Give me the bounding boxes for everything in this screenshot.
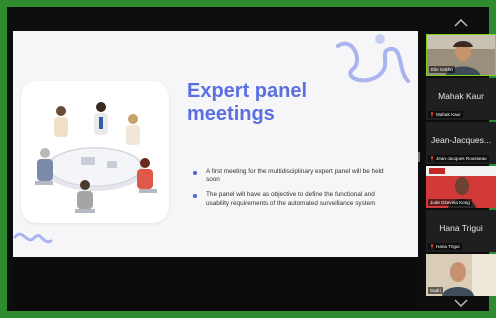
participant-tile[interactable]: Jean-Jacques... Jean-Jacques Rousseau <box>426 122 496 164</box>
participant-tile[interactable]: Hana Trigui Hana Trigui <box>426 210 496 252</box>
scroll-up-button[interactable] <box>426 16 496 30</box>
mic-muted-icon <box>431 112 433 117</box>
slide-title: Expert panel meetings <box>187 80 308 125</box>
mic-muted-icon <box>431 244 433 249</box>
bullet-dot-icon <box>193 194 197 199</box>
participant-label: Elie Sokhn <box>429 66 455 73</box>
bullet-item: The panel will have as objective to defi… <box>193 191 393 207</box>
squiggle-decoration-left <box>13 232 53 244</box>
chevron-down-icon <box>454 299 468 307</box>
participant-display-name: Hana Trigui <box>439 223 483 233</box>
bullet-item: A first meeting for the multidisciplinar… <box>193 168 393 184</box>
scroll-down-button[interactable] <box>426 296 496 310</box>
participant-name: Jude Dzevela Kong <box>430 200 470 205</box>
participant-label: Mahak Kaur <box>428 111 463 118</box>
bullet-list: A first meeting for the multidisciplinar… <box>193 168 393 215</box>
participant-name: Mahak Kaur <box>436 112 461 117</box>
participant-tile[interactable]: Sadri <box>426 254 496 296</box>
bottom-bar <box>13 258 418 311</box>
mic-muted-icon <box>431 156 433 161</box>
shared-slide: Expert panel meetings A first meeting fo… <box>13 31 418 257</box>
participant-tile[interactable]: Elie Sokhn <box>426 34 496 76</box>
participant-label: Jude Dzevela Kong <box>428 199 472 206</box>
panel-resize-handle[interactable] <box>418 152 420 162</box>
participant-tile[interactable]: Mahak Kaur Mahak Kaur <box>426 78 496 120</box>
meeting-illustration <box>21 81 169 223</box>
participant-label: Hana Trigui <box>428 243 462 250</box>
participant-name: Jean-Jacques Rousseau <box>436 156 487 161</box>
bullet-dot-icon <box>193 171 197 175</box>
participant-name: Sadri <box>430 288 441 293</box>
chevron-up-icon <box>454 19 468 27</box>
bullet-text: The panel will have as objective to defi… <box>206 191 376 207</box>
participant-label: Sadri <box>428 287 443 294</box>
participant-name: Hana Trigui <box>436 244 460 249</box>
participant-tile[interactable]: Jude Dzevela Kong <box>426 166 496 208</box>
participant-name: Elie Sokhn <box>431 67 453 72</box>
participant-display-name: Mahak Kaur <box>438 91 484 101</box>
participant-display-name: Jean-Jacques... <box>430 135 491 145</box>
bullet-text: A first meeting for the multidisciplinar… <box>206 168 384 184</box>
participant-label: Jean-Jacques Rousseau <box>428 155 489 162</box>
